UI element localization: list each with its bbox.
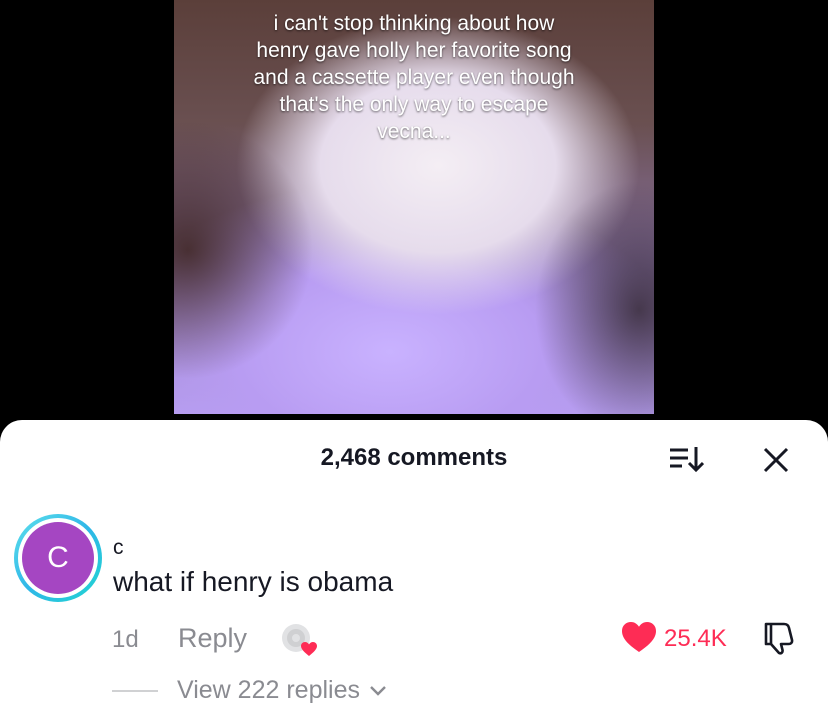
heart-icon[interactable]: [620, 620, 658, 654]
comment-text: what if henry is obama: [113, 566, 394, 597]
like-count: 25.4K: [664, 625, 727, 652]
comment-timestamp: 1d: [112, 626, 139, 653]
chevron-down-icon: [370, 686, 386, 697]
screen: i can't stop thinking about how henry ga…: [0, 0, 828, 714]
view-replies-label: View 222 replies: [177, 676, 360, 704]
gift-icon[interactable]: [280, 622, 320, 658]
comment-username[interactable]: c: [113, 536, 124, 560]
comments-sheet: 2,468 comments C c what if henry is obam…: [0, 420, 828, 714]
reply-button[interactable]: Reply: [178, 623, 247, 654]
close-icon[interactable]: [760, 444, 792, 476]
replies-divider: [112, 690, 158, 692]
avatar[interactable]: C: [22, 522, 94, 594]
thumbs-down-icon[interactable]: [760, 620, 798, 656]
sort-icon[interactable]: [668, 444, 704, 474]
video-caption: i can't stop thinking about how henry ga…: [253, 12, 575, 143]
view-replies-button[interactable]: View 222 replies: [177, 676, 389, 705]
